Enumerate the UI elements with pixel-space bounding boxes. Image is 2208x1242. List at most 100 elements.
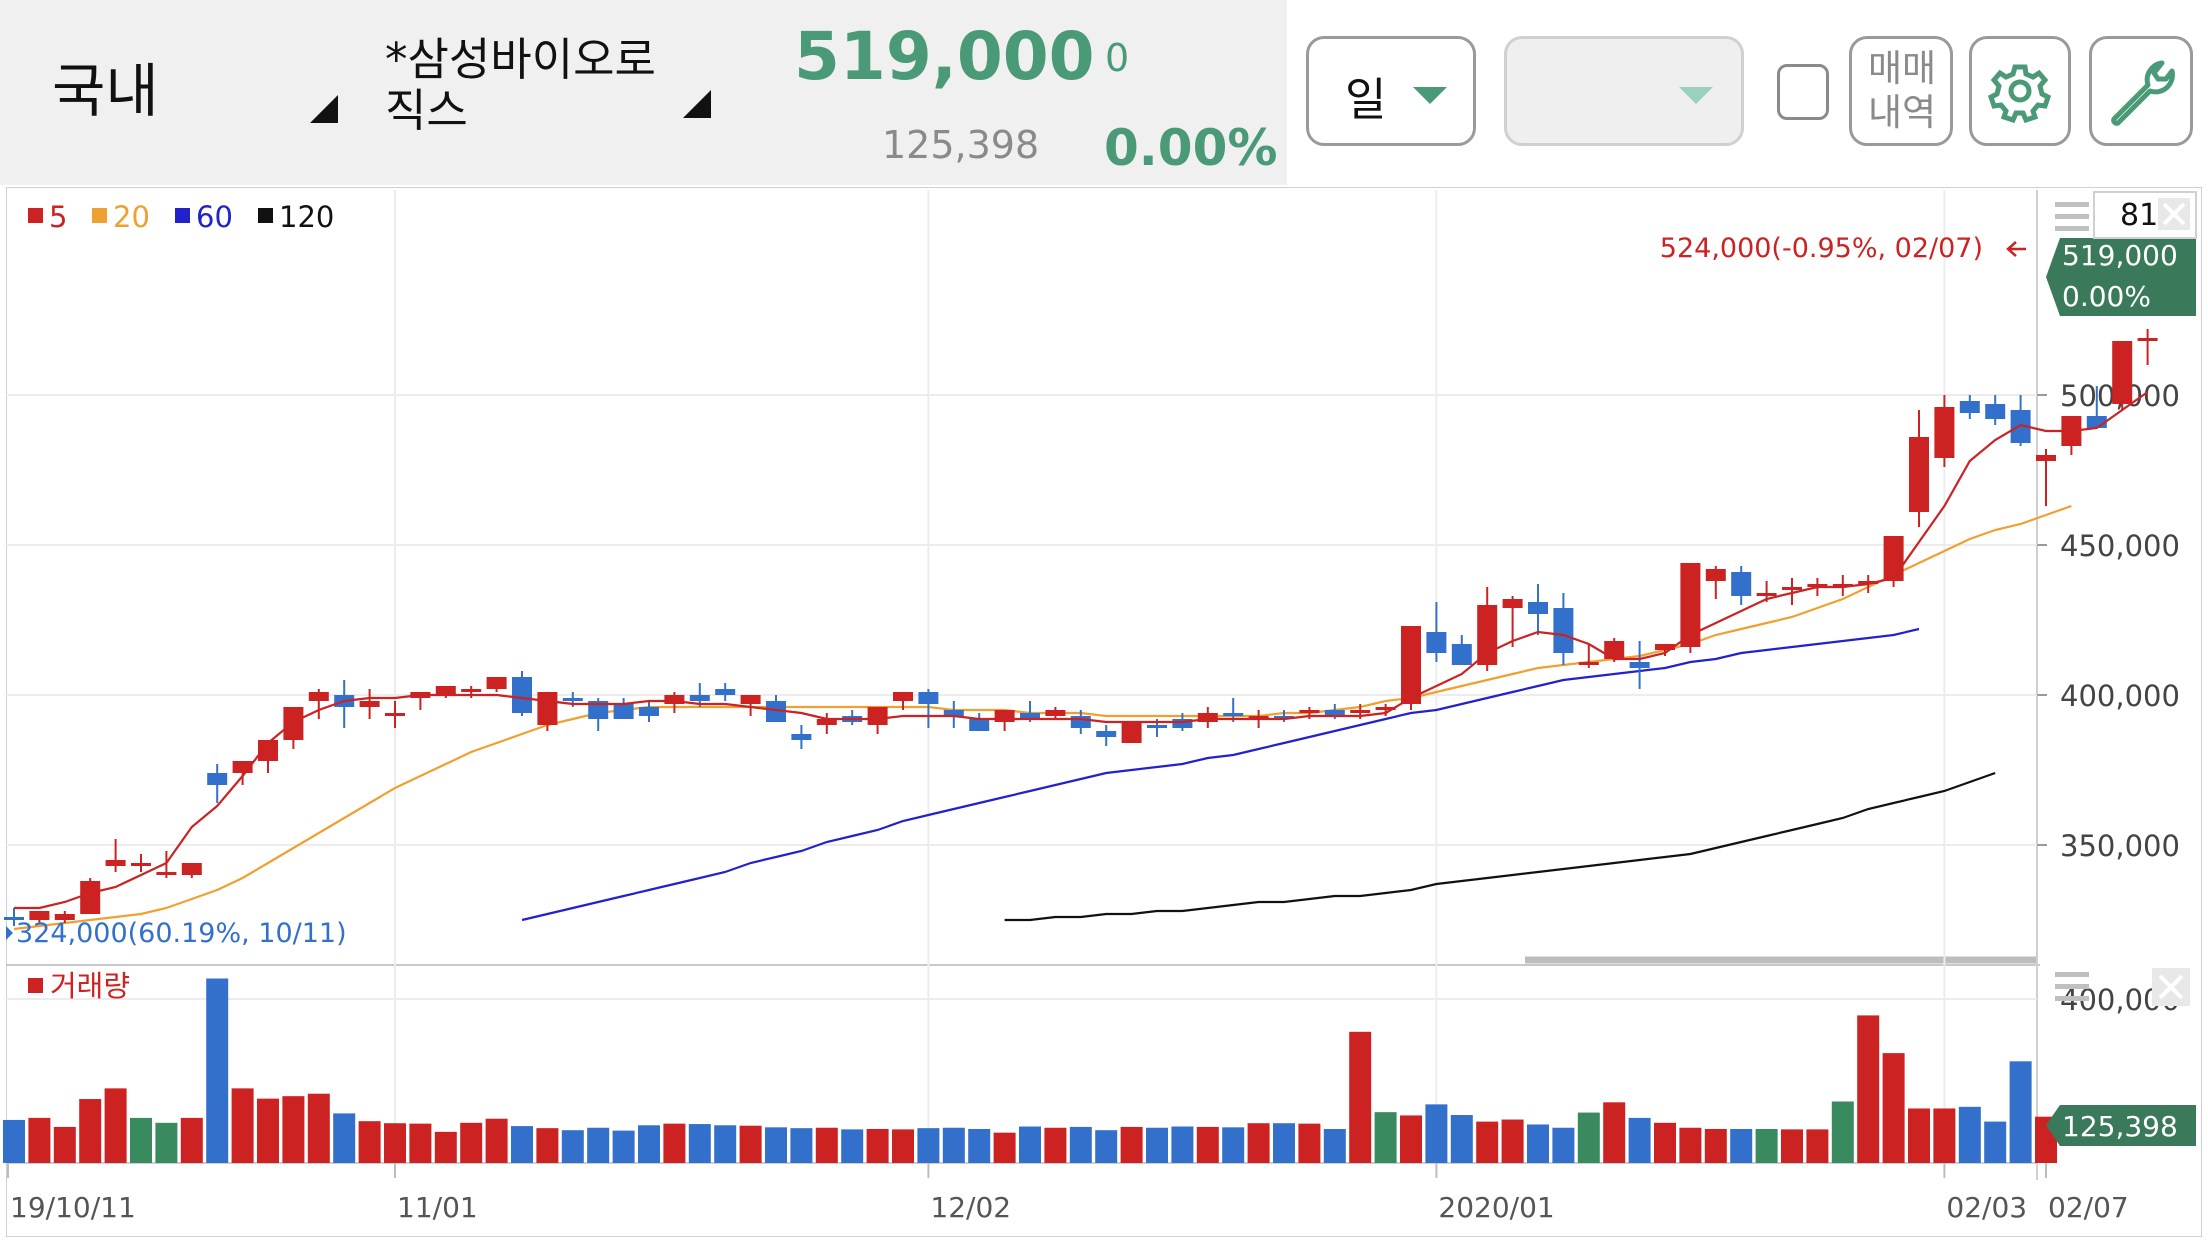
candle-body — [283, 707, 304, 740]
candle-body — [613, 704, 634, 719]
candle-body — [1883, 536, 1904, 581]
candle-body — [689, 695, 710, 701]
candle-body — [1426, 632, 1447, 653]
volume-bar — [1806, 1129, 1829, 1163]
candle-body — [715, 689, 736, 695]
candle-body — [1096, 731, 1117, 737]
candle-body — [1959, 401, 1980, 413]
volume-menu-icon — [2055, 972, 2089, 977]
candle-body — [181, 863, 202, 875]
candle-body — [1223, 713, 1244, 716]
legend-swatch — [28, 208, 43, 223]
candle-body — [537, 692, 558, 725]
volume-bar — [1019, 1126, 1041, 1163]
candle-body — [1985, 404, 2006, 419]
volume-bar — [739, 1125, 762, 1163]
candle-body — [2137, 338, 2158, 341]
date-label: 02/07 — [2048, 1191, 2129, 1224]
candle-body — [512, 677, 532, 713]
candle-body — [1578, 662, 1599, 665]
ma20-line — [13, 504, 2072, 931]
current-price-tag-pct: 0.00% — [2062, 280, 2151, 313]
menu-icon — [2055, 226, 2089, 231]
date-label: 19/10/11 — [10, 1191, 136, 1224]
volume-bar — [28, 1117, 51, 1163]
legend-label: 20 — [113, 200, 150, 234]
candle-body — [969, 719, 990, 731]
legend-label: 5 — [49, 200, 67, 234]
candle-body — [461, 689, 482, 692]
date-label: 11/01 — [397, 1191, 478, 1224]
volume-bar — [155, 1122, 178, 1163]
volume-bar — [917, 1128, 940, 1163]
candle-body — [639, 707, 659, 716]
menu-icon — [2055, 214, 2089, 219]
volume-bar — [1323, 1128, 1346, 1163]
volume-bar — [1933, 1108, 1956, 1163]
ma120-line — [1004, 771, 1996, 922]
volume-bar — [1450, 1115, 1473, 1163]
low-marker-icon — [6, 926, 13, 940]
volume-bar — [1577, 1112, 1600, 1163]
legend-label: 60 — [196, 200, 233, 234]
menu-icon — [2055, 202, 2089, 207]
volume-bar — [1044, 1127, 1067, 1163]
volume-bar — [1349, 1031, 1372, 1163]
legend-swatch — [92, 208, 107, 223]
volume-legend-swatch — [28, 978, 43, 993]
volume-bar — [1831, 1101, 1854, 1163]
volume-title: 거래량 — [50, 969, 130, 1003]
volume-bar — [1196, 1126, 1219, 1163]
candle-body — [1782, 587, 1802, 590]
volume-bar — [1374, 1112, 1397, 1163]
volume-bar — [231, 1088, 254, 1163]
candle-body — [385, 713, 405, 716]
candle-body — [562, 698, 583, 701]
volume-menu-icon — [2055, 996, 2089, 1001]
volume-bar — [1958, 1106, 1981, 1163]
candle-body — [918, 692, 939, 704]
volume-bar — [1120, 1126, 1143, 1163]
candle-body — [207, 773, 228, 785]
volume-bar — [841, 1129, 864, 1163]
volume-bar — [1704, 1128, 1727, 1163]
candle-body — [1121, 722, 1142, 743]
volume-menu-icon — [2055, 984, 2089, 989]
volume-bar — [104, 1088, 127, 1163]
volume-bar — [688, 1124, 711, 1163]
price-tick-label: 400,000 — [2060, 679, 2180, 713]
volume-bar — [866, 1128, 889, 1163]
date-label: 12/02 — [930, 1191, 1011, 1224]
candle-body — [359, 701, 380, 707]
legend-swatch — [258, 208, 273, 223]
volume-bar — [1171, 1126, 1194, 1163]
count-value: 81 — [2120, 198, 2158, 233]
volume-bar — [993, 1132, 1016, 1163]
candle-body — [1604, 641, 1625, 659]
volume-bar — [1069, 1126, 1092, 1163]
candle-body — [131, 863, 151, 866]
date-label: 2020/01 — [1438, 1191, 1554, 1224]
volume-bar — [1527, 1124, 1549, 1163]
candle-body — [80, 881, 101, 914]
candle-body — [486, 677, 507, 689]
stock-chart[interactable]: 350,000400,000450,000500,000400,00019/10… — [0, 0, 2208, 1242]
candle-body — [1502, 599, 1523, 608]
candle-body — [2036, 455, 2056, 461]
volume-bar — [1857, 1015, 1880, 1163]
candle-body — [1451, 644, 1472, 665]
volume-bar — [765, 1127, 787, 1163]
volume-bar — [714, 1125, 737, 1163]
volume-bar — [1501, 1119, 1524, 1163]
volume-bar — [180, 1117, 203, 1163]
volume-bar — [485, 1118, 508, 1163]
volume-bar — [2009, 1061, 2032, 1163]
candle-body — [1070, 716, 1091, 728]
volume-bar — [790, 1128, 813, 1163]
volume-bar — [1603, 1102, 1626, 1163]
volume-bar — [638, 1125, 660, 1163]
volume-bar — [1273, 1123, 1295, 1163]
volume-bar — [587, 1127, 610, 1163]
date-label: 02/03 — [1946, 1191, 2027, 1224]
volume-bar — [815, 1127, 838, 1163]
